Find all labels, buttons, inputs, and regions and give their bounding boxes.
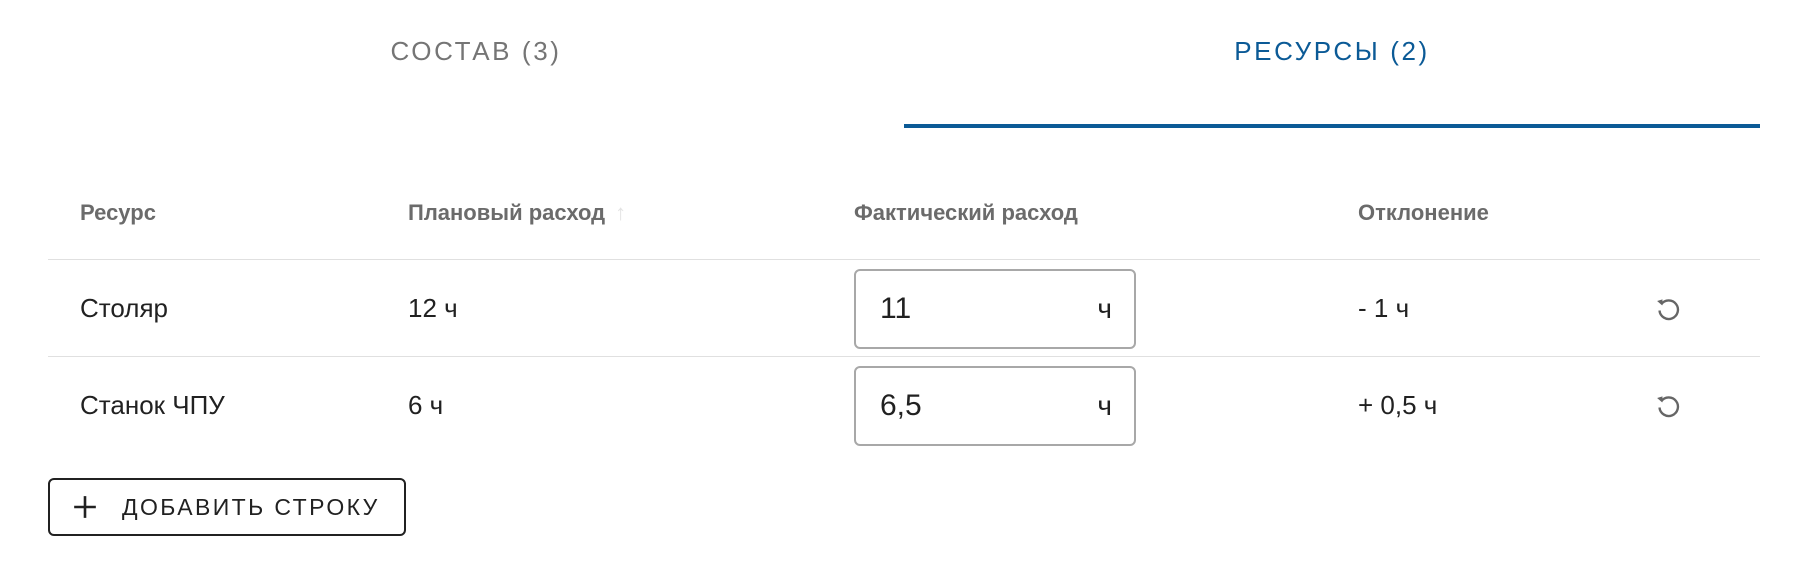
column-header-actual[interactable]: Фактический расход xyxy=(854,200,1078,226)
add-row-button[interactable]: Добавить строку xyxy=(48,478,406,536)
plus-icon xyxy=(74,496,96,518)
column-header-planned[interactable]: Плановый расход ↑ xyxy=(408,200,626,226)
column-header-planned-label: Плановый расход xyxy=(408,200,606,225)
actions-cell xyxy=(1648,357,1748,454)
tab-resources[interactable]: Ресурсы (2) xyxy=(904,0,1760,128)
tab-bar: Состав (3) Ресурсы (2) xyxy=(48,0,1760,128)
actual-input[interactable] xyxy=(880,291,1060,326)
table-header: Ресурс Плановый расход ↑ Фактический расх… xyxy=(48,178,1760,260)
actual-field[interactable]: ч xyxy=(854,365,1136,446)
resource-cell: Станок ЧПУ xyxy=(80,390,225,420)
tab-composition[interactable]: Состав (3) xyxy=(48,0,904,128)
resource-cell: Столяр xyxy=(80,293,168,323)
resources-table: Ресурс Плановый расход ↑ Фактический расх… xyxy=(48,178,1760,454)
resources-panel: Состав (3) Ресурсы (2) Ресурс Плановый р… xyxy=(0,0,1800,576)
reset-icon xyxy=(1657,298,1680,320)
column-header-resource[interactable]: Ресурс xyxy=(80,200,156,226)
column-header-deviation[interactable]: Отклонение xyxy=(1358,200,1489,226)
planned-cell: 12 ч xyxy=(408,293,458,323)
planned-cell: 6 ч xyxy=(408,390,444,420)
table-row: Станок ЧПУ 6 ч ч + 0,5 ч xyxy=(48,357,1760,454)
table-row: Столяр 12 ч ч - 1 ч xyxy=(48,260,1760,357)
unit-label: ч xyxy=(1097,389,1112,421)
arrow-up-icon: ↑ xyxy=(615,200,627,225)
reset-button[interactable] xyxy=(1648,289,1688,329)
deviation-cell: + 0,5 ч xyxy=(1358,390,1438,420)
deviation-cell: - 1 ч xyxy=(1358,293,1410,323)
unit-label: ч xyxy=(1097,292,1112,324)
actual-cell: ч xyxy=(854,260,1136,357)
reset-button[interactable] xyxy=(1648,386,1688,426)
actual-cell: ч xyxy=(854,357,1136,454)
actual-field[interactable]: ч xyxy=(854,268,1136,349)
add-row-label: Добавить строку xyxy=(122,493,380,520)
reset-icon xyxy=(1657,395,1680,417)
actual-input[interactable] xyxy=(880,388,1060,423)
actions-cell xyxy=(1648,260,1748,357)
